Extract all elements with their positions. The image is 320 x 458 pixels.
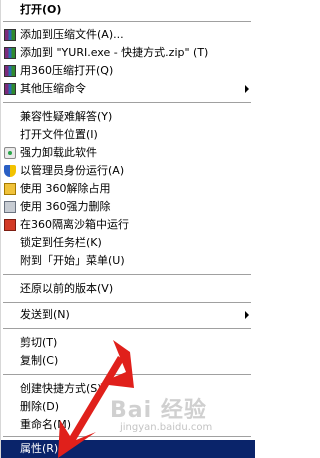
winrar-icon — [4, 65, 16, 77]
winrar-icon — [4, 29, 16, 41]
menu-separator — [3, 302, 251, 304]
menu-separator — [3, 374, 251, 376]
menu-item-360-unlock[interactable]: 使用 360解除占用 — [1, 180, 255, 198]
baidu-jingyan-watermark: Bai 经验 jingyan.baidu.com — [110, 392, 250, 442]
menu-item-pin-taskbar[interactable]: 锁定到任务栏(K) — [1, 234, 255, 252]
sandbox-icon — [4, 219, 16, 231]
winrar-icon — [4, 47, 16, 59]
menu-item-label: 删除(D) — [20, 400, 60, 413]
menu-item-label: 兼容性疑难解答(Y) — [20, 110, 113, 123]
menu-item-label: 以管理员身份运行(A) — [20, 164, 125, 177]
menu-item-label: 锁定到任务栏(K) — [20, 236, 102, 249]
menu-item-label: 添加到压缩文件(A)... — [20, 28, 124, 41]
menu-item-other-compress[interactable]: 其他压缩命令 — [1, 80, 255, 98]
menu-item-open[interactable]: 打开(O) — [1, 1, 255, 19]
menu-item-label: 创建快捷方式(S) — [20, 382, 102, 395]
menu-item-label: 复制(C) — [20, 354, 59, 367]
menu-item-restore-previous[interactable]: 还原以前的版本(V) — [1, 280, 255, 298]
menu-item-cut[interactable]: 剪切(T) — [1, 334, 255, 352]
submenu-arrow-icon — [245, 85, 249, 93]
menu-item-label: 打开(O) — [20, 3, 62, 16]
menu-item-add-to-zip[interactable]: 添加到 "YURI.exe - 快捷方式.zip" (T) — [1, 44, 255, 62]
submenu-arrow-icon — [245, 311, 249, 319]
menu-item-copy[interactable]: 复制(C) — [1, 352, 255, 370]
context-menu: 打开(O) 添加到压缩文件(A)... 添加到 "YURI.exe - 快捷方式… — [0, 0, 255, 458]
menu-item-label: 在360隔离沙箱中运行 — [20, 218, 129, 231]
menu-item-label: 剪切(T) — [20, 336, 58, 349]
menu-item-compatibility-troubleshoot[interactable]: 兼容性疑难解答(Y) — [1, 108, 255, 126]
menu-item-360-force-delete[interactable]: 使用 360强力删除 — [1, 198, 255, 216]
uninstall-icon — [4, 147, 16, 159]
menu-item-force-uninstall[interactable]: 强力卸载此软件 — [1, 144, 255, 162]
watermark-url: jingyan.baidu.com — [120, 422, 213, 433]
menu-item-label: 使用 360强力删除 — [20, 200, 111, 213]
winrar-icon — [4, 83, 16, 95]
shield-icon — [4, 165, 16, 177]
menu-item-360-sandbox[interactable]: 在360隔离沙箱中运行 — [1, 216, 255, 234]
menu-item-label: 使用 360解除占用 — [20, 182, 111, 195]
menu-separator — [3, 328, 251, 330]
menu-item-label: 发送到(N) — [20, 308, 70, 321]
menu-separator — [3, 274, 251, 276]
menu-item-label: 属性(R) — [20, 442, 59, 455]
menu-item-properties[interactable]: 属性(R) — [1, 440, 255, 458]
menu-item-label: 还原以前的版本(V) — [20, 282, 114, 295]
menu-item-label: 重命名(M) — [20, 418, 72, 431]
menu-item-label: 附到「开始」菜单(U) — [20, 254, 125, 267]
menu-item-send-to[interactable]: 发送到(N) — [1, 306, 255, 324]
menu-separator — [3, 102, 251, 104]
menu-separator — [3, 21, 251, 23]
menu-item-open-with-360zip[interactable]: 用360压缩打开(Q) — [1, 62, 255, 80]
watermark-brand: Bai 经验 — [110, 398, 207, 423]
menu-item-label: 其他压缩命令 — [20, 82, 86, 95]
menu-item-run-as-admin[interactable]: 以管理员身份运行(A) — [1, 162, 255, 180]
menu-item-add-to-archive[interactable]: 添加到压缩文件(A)... — [1, 26, 255, 44]
menu-item-open-file-location[interactable]: 打开文件位置(I) — [1, 126, 255, 144]
menu-item-label: 打开文件位置(I) — [20, 128, 98, 141]
shredder-icon — [4, 201, 16, 213]
menu-item-pin-start[interactable]: 附到「开始」菜单(U) — [1, 252, 255, 270]
menu-item-label: 添加到 "YURI.exe - 快捷方式.zip" (T) — [20, 46, 209, 59]
menu-item-label: 强力卸载此软件 — [20, 146, 97, 159]
menu-item-label: 用360压缩打开(Q) — [20, 64, 114, 77]
folder-unlock-icon — [4, 183, 16, 195]
